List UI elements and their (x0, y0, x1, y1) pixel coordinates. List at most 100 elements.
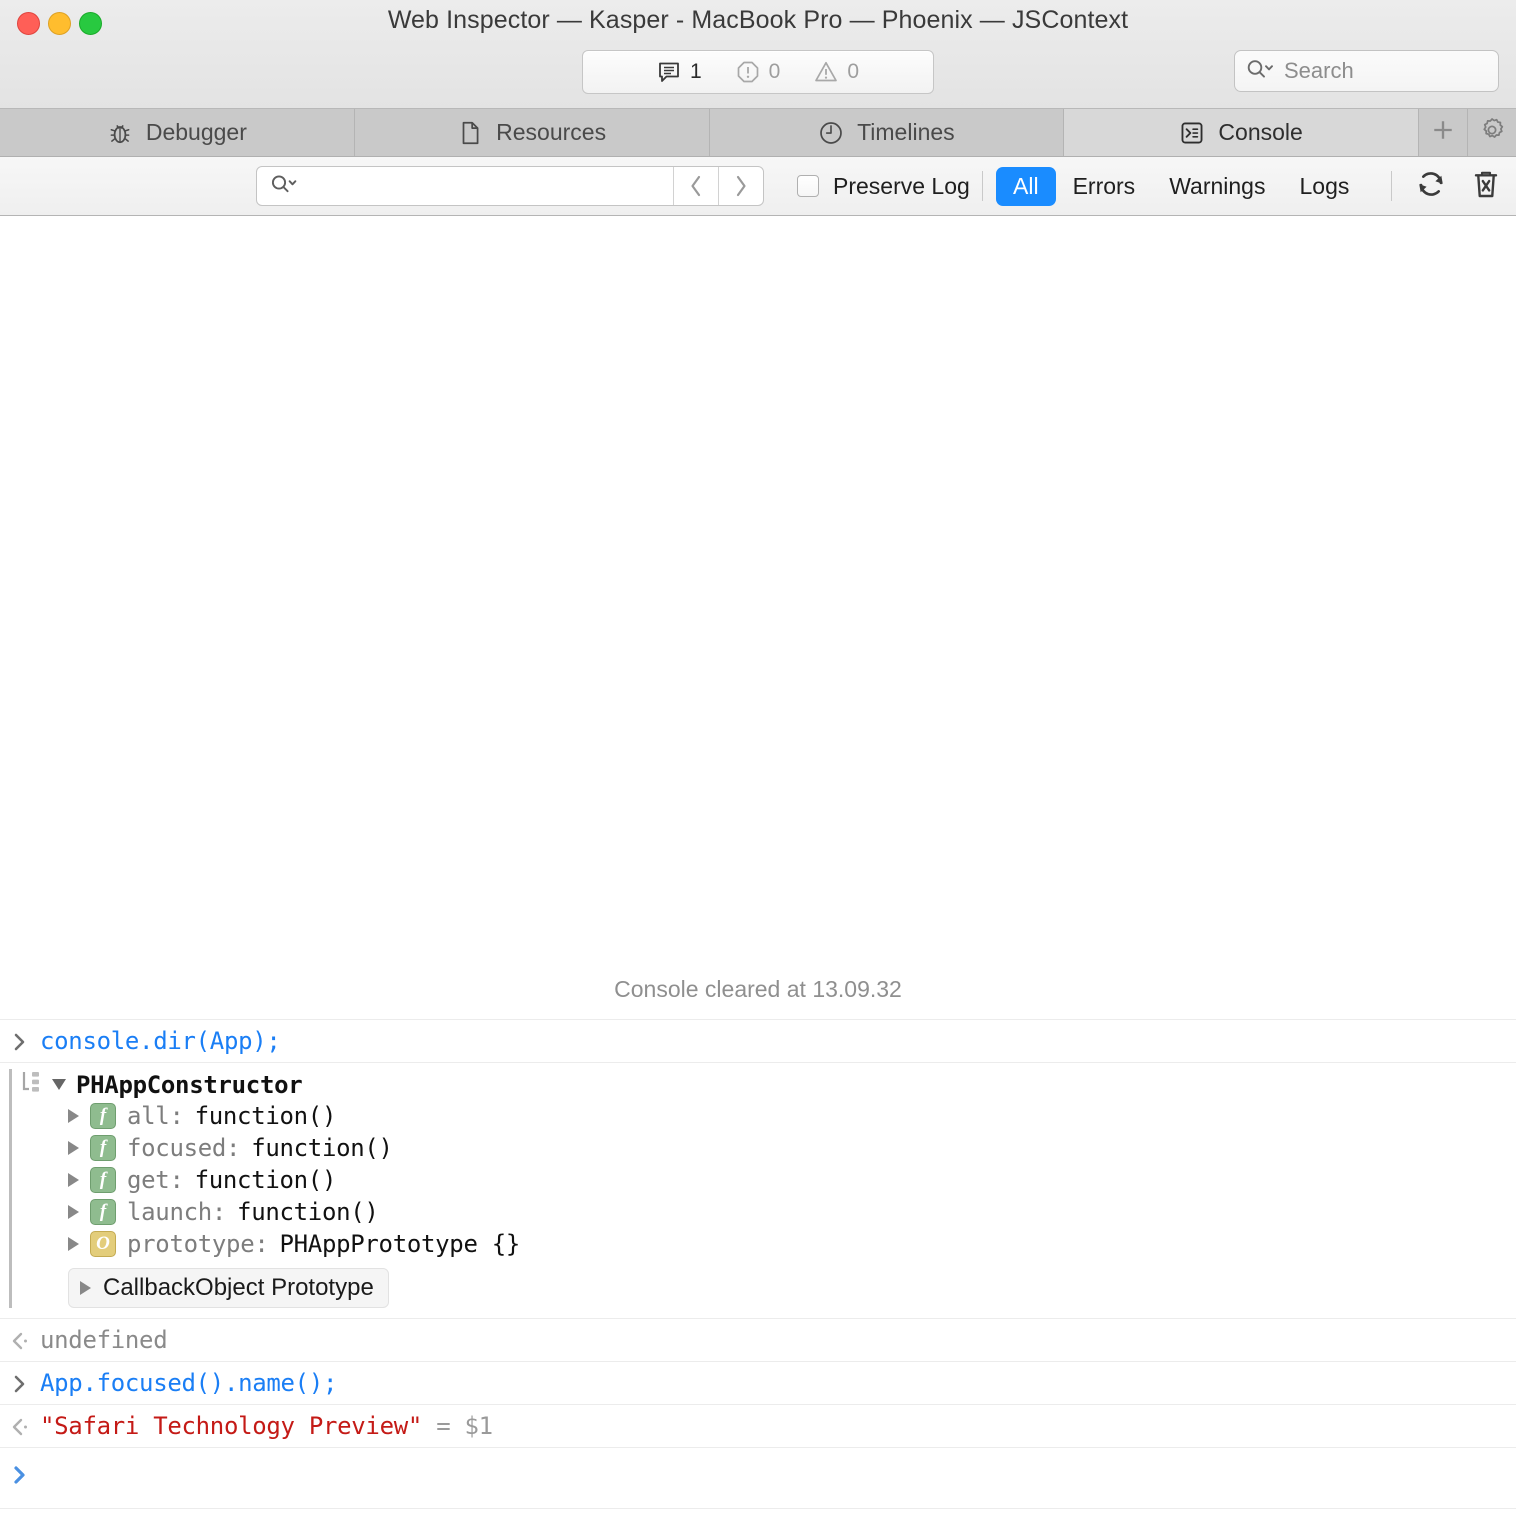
object-expand-triangle-icon[interactable] (52, 1079, 66, 1090)
tab-timelines[interactable]: Timelines (710, 109, 1065, 156)
console-cleared-notice: Console cleared at 13.09.32 (0, 966, 1516, 1020)
tab-bar-actions (1419, 109, 1516, 156)
toolbar-divider-right (1391, 171, 1392, 201)
error-octagon-icon (736, 60, 760, 84)
object-property-row[interactable]: f get: function() (13, 1164, 1516, 1196)
filter-warnings[interactable]: Warnings (1152, 167, 1282, 206)
console-output-row[interactable]: undefined (0, 1319, 1516, 1362)
object-tree: PHAppConstructor f all: function() f foc… (13, 1069, 1516, 1308)
global-search-placeholder: Search (1284, 58, 1354, 83)
property-value: PHAppPrototype {} (279, 1230, 521, 1258)
refresh-button[interactable] (1414, 167, 1448, 206)
tab-timelines-label: Timelines (857, 119, 955, 145)
console-input-text: console.dir(App); (40, 1027, 281, 1055)
property-expand-triangle-icon[interactable] (68, 1109, 79, 1123)
plus-icon (1429, 116, 1457, 149)
web-inspector-window: Web Inspector — Kasper - MacBook Pro — P… (0, 0, 1516, 1514)
console-object-row[interactable]: PHAppConstructor f all: function() f foc… (0, 1063, 1516, 1319)
gear-icon (1478, 116, 1506, 149)
property-value: function() (194, 1166, 337, 1194)
property-name: focused: (127, 1134, 241, 1162)
object-property-row[interactable]: f launch: function() (13, 1196, 1516, 1228)
global-search-field[interactable]: Search (1234, 50, 1499, 92)
terminal-prompt-icon (1179, 120, 1205, 146)
object-tree-header[interactable]: PHAppConstructor (13, 1069, 1516, 1100)
warning-triangle-icon (814, 60, 838, 84)
prototype-label: CallbackObject Prototype (103, 1274, 374, 1301)
search-magnifier-icon (269, 172, 299, 201)
property-value: function() (251, 1134, 393, 1162)
property-value: function() (237, 1198, 379, 1226)
property-expand-triangle-icon[interactable] (68, 1141, 79, 1155)
console-filter-search[interactable] (256, 166, 764, 206)
console-input-row[interactable]: console.dir(App); (0, 1020, 1516, 1063)
output-return-chevron-icon (0, 1412, 40, 1439)
console-toolbar: Preserve Log All Errors Warnings Logs (0, 157, 1516, 216)
refresh-cycle-icon (1414, 171, 1448, 205)
filter-logs[interactable]: Logs (1282, 167, 1366, 206)
console-output-row[interactable]: "Safari Technology Preview" = $1 (0, 1405, 1516, 1448)
error-counter[interactable]: 0 (736, 60, 781, 84)
inspector-tab-bar: Debugger Resources Timelines Console (0, 109, 1516, 157)
clear-console-button[interactable] (1470, 167, 1502, 206)
console-filter-input[interactable] (257, 167, 673, 205)
output-return-chevron-icon (0, 1326, 40, 1353)
filter-errors[interactable]: Errors (1056, 167, 1153, 206)
console-string-value: "Safari Technology Preview" (40, 1412, 423, 1440)
document-icon (457, 120, 483, 146)
preserve-log-label: Preserve Log (833, 172, 970, 199)
speech-bubble-icon (657, 60, 681, 84)
warning-counter[interactable]: 0 (814, 60, 859, 84)
console-dir-tree-icon (20, 1069, 42, 1100)
property-value: function() (194, 1102, 337, 1130)
prototype-expand-triangle-icon[interactable] (80, 1281, 91, 1295)
function-badge-icon: f (90, 1135, 116, 1161)
property-expand-triangle-icon[interactable] (68, 1237, 79, 1251)
toolbar-divider (982, 171, 983, 201)
property-name: get: (127, 1166, 184, 1194)
settings-button[interactable] (1468, 109, 1516, 156)
trash-x-icon (1470, 171, 1502, 205)
tab-debugger-label: Debugger (145, 119, 247, 145)
function-badge-icon: f (90, 1167, 116, 1193)
warning-counter-value: 0 (847, 60, 860, 83)
console-input-text: App.focused().name(); (40, 1369, 338, 1397)
function-badge-icon: f (90, 1199, 116, 1225)
object-property-row[interactable]: f all: function() (13, 1100, 1516, 1132)
tab-console[interactable]: Console (1064, 109, 1419, 156)
object-row-gutter (0, 1069, 13, 1308)
object-property-row[interactable]: O prototype: PHAppPrototype {} (13, 1228, 1516, 1260)
property-expand-triangle-icon[interactable] (68, 1173, 79, 1187)
property-expand-triangle-icon[interactable] (68, 1205, 79, 1219)
object-badge-icon: O (90, 1231, 116, 1257)
console-input-row[interactable]: App.focused().name(); (0, 1362, 1516, 1405)
bug-icon (107, 120, 133, 146)
filter-previous-button[interactable] (673, 167, 718, 205)
object-group-bar (8, 1069, 12, 1308)
log-counter[interactable]: 1 (657, 60, 702, 84)
chevron-left-icon (691, 175, 701, 197)
filter-all[interactable]: All (996, 166, 1056, 206)
property-name: prototype: (127, 1230, 269, 1258)
log-counter-value: 1 (689, 60, 702, 83)
preserve-log-checkbox[interactable] (797, 175, 819, 197)
tab-debugger[interactable]: Debugger (0, 109, 355, 156)
clock-icon (818, 120, 844, 146)
property-name: launch: (127, 1198, 227, 1226)
console-toolbar-actions (1391, 167, 1502, 206)
console-output-text: undefined (40, 1326, 168, 1354)
preserve-log-control[interactable]: Preserve Log (797, 173, 970, 200)
console-message-area[interactable]: Console cleared at 13.09.32 console.dir(… (0, 216, 1516, 1514)
error-counter-value: 0 (768, 60, 781, 83)
tab-console-label: Console (1218, 119, 1303, 145)
tab-resources[interactable]: Resources (355, 109, 710, 156)
property-name: all: (127, 1102, 184, 1130)
object-property-row[interactable]: f focused: function() (13, 1132, 1516, 1164)
prototype-disclosure-box[interactable]: CallbackObject Prototype (68, 1268, 389, 1308)
console-counters-group: 1 0 0 (582, 50, 934, 94)
console-bottom-edge (0, 1508, 1516, 1514)
console-level-filters: All Errors Warnings Logs (996, 166, 1366, 206)
add-tab-button[interactable] (1419, 109, 1468, 156)
console-prompt-row[interactable] (0, 1448, 1516, 1508)
filter-next-button[interactable] (718, 167, 763, 205)
